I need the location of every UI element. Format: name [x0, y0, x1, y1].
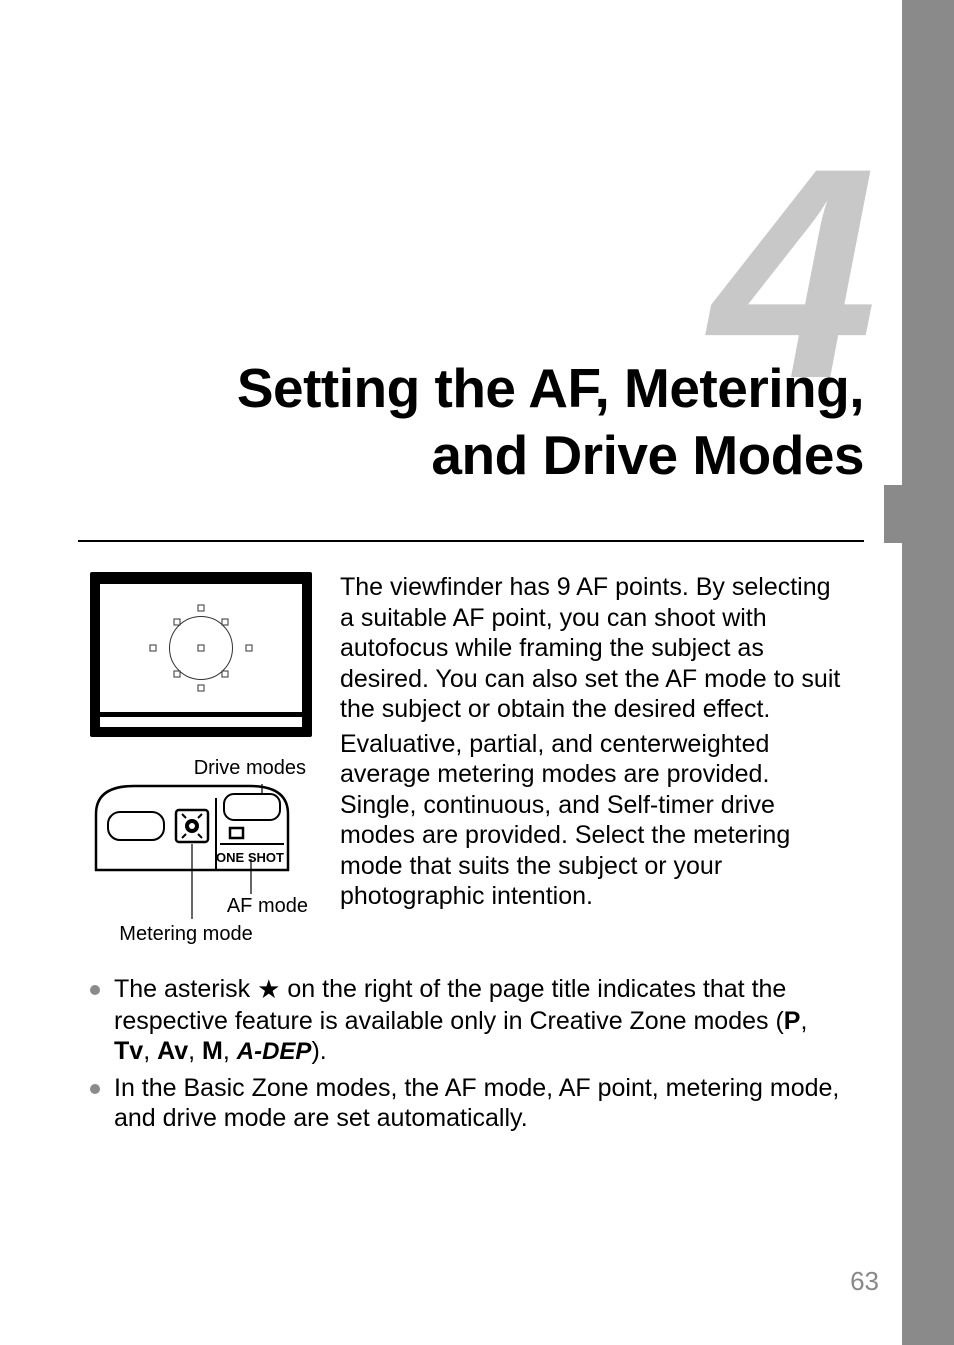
- bullet-text: The asterisk ★ on the right of the page …: [114, 974, 849, 1067]
- star-icon: ★: [257, 974, 280, 1004]
- af-point-icon: [173, 670, 180, 677]
- af-mode-label: AF mode: [90, 892, 312, 920]
- bullet-dot-icon: [90, 985, 100, 995]
- af-point-icon: [173, 619, 180, 626]
- chapter-title-line1: Setting the AF, Metering,: [237, 357, 864, 419]
- viewfinder-info-bar: [100, 717, 302, 727]
- intro-paragraph-2: Evaluative, partial, and centerweighted …: [340, 729, 849, 912]
- mode-p: P: [784, 1007, 801, 1035]
- bullet-text-part: The asterisk: [114, 975, 257, 1003]
- af-point-icon: [222, 619, 229, 626]
- af-point-icon: [246, 645, 253, 652]
- bullet-text-part: ).: [311, 1037, 326, 1065]
- af-point-icon: [222, 670, 229, 677]
- bullet-list: The asterisk ★ on the right of the page …: [90, 974, 849, 1134]
- af-point-icon: [149, 645, 156, 652]
- viewfinder-diagram: [90, 572, 312, 737]
- drive-modes-label: Drive modes: [90, 757, 312, 780]
- af-point-icon: [198, 645, 205, 652]
- paragraph-column: The viewfinder has 9 AF points. By selec…: [340, 572, 849, 948]
- diagram-column: Drive modes: [90, 572, 312, 948]
- page-number: 63: [850, 1266, 879, 1297]
- page-root: 4 Setting the AF, Metering, and Drive Mo…: [0, 0, 954, 1345]
- mode-av: Av: [157, 1037, 188, 1065]
- mode-adep: A-DEP: [237, 1038, 312, 1065]
- lcd-labels: AF mode Metering mode: [90, 892, 312, 948]
- bullet-dot-icon: [90, 1084, 100, 1094]
- mode-tv: Tv: [114, 1037, 143, 1065]
- af-point-icon: [198, 605, 205, 612]
- intro-row: Drive modes: [90, 572, 849, 948]
- metering-mode-label: Metering mode: [90, 920, 312, 948]
- one-shot-text: ONE SHOT: [216, 850, 284, 865]
- bullet-text: In the Basic Zone modes, the AF mode, AF…: [114, 1073, 849, 1134]
- chapter-title-line2: and Drive Modes: [431, 424, 864, 486]
- viewfinder-frame: [100, 584, 302, 712]
- bullet-item: In the Basic Zone modes, the AF mode, AF…: [90, 1073, 849, 1134]
- side-tab: [902, 0, 954, 1345]
- af-point-icon: [198, 684, 205, 691]
- content-area: Drive modes: [90, 572, 849, 1140]
- title-divider: [78, 540, 864, 542]
- bullet-item: The asterisk ★ on the right of the page …: [90, 974, 849, 1067]
- lcd-diagram: ONE SHOT: [94, 784, 290, 872]
- intro-paragraph-1: The viewfinder has 9 AF points. By selec…: [340, 572, 849, 725]
- side-tab-marker: [884, 485, 902, 543]
- chapter-title: Setting the AF, Metering, and Drive Mode…: [75, 355, 864, 489]
- mode-m: M: [202, 1037, 223, 1065]
